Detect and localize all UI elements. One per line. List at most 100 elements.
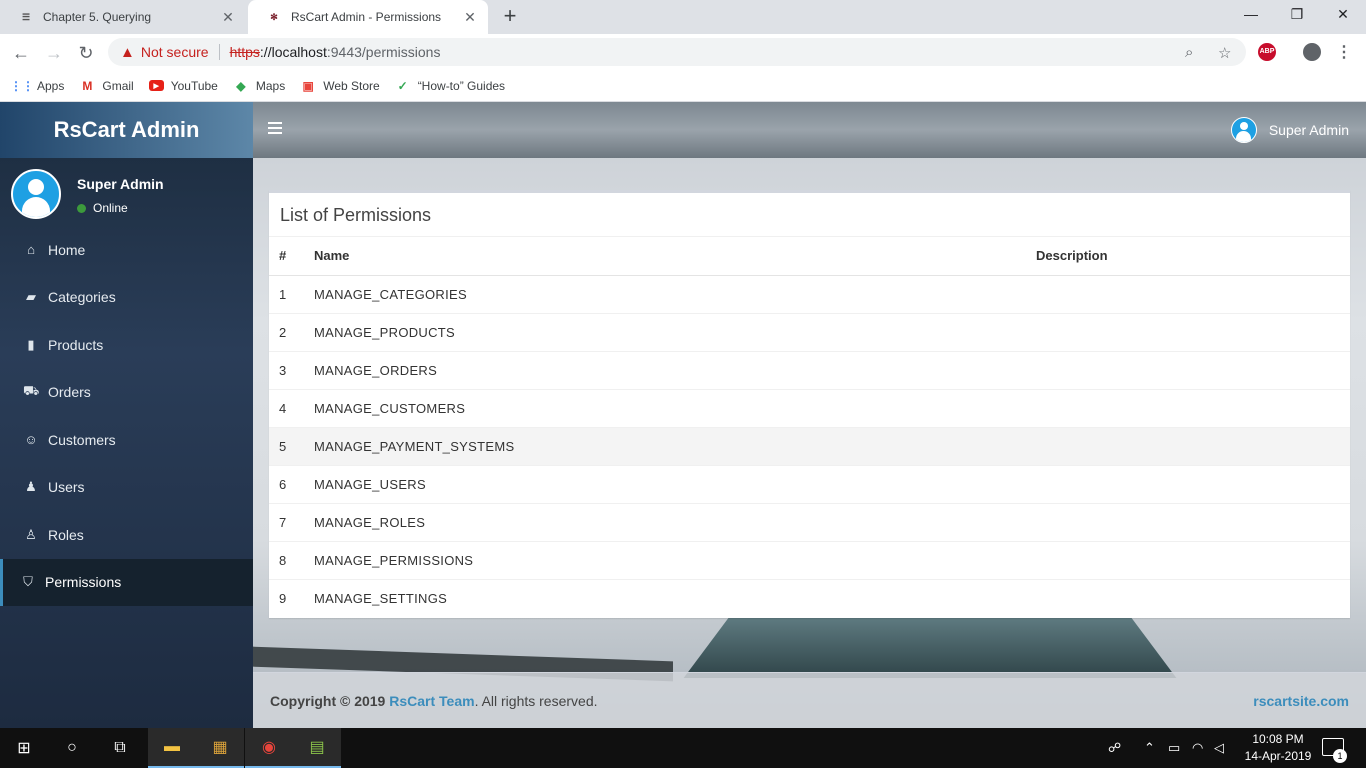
site-link[interactable]: rscartsite.com bbox=[1253, 693, 1349, 709]
menu-icon[interactable]: ⋮ bbox=[1336, 42, 1352, 62]
table-row[interactable]: 1 MANAGE_CATEGORIES bbox=[269, 274, 1350, 313]
security-status[interactable]: Not secure bbox=[141, 44, 209, 60]
cell-description bbox=[1026, 540, 1350, 579]
forward-button[interactable]: → bbox=[42, 41, 66, 65]
sidebar-item-categories[interactable]: ▰ Categories bbox=[0, 274, 253, 322]
cell-name: MANAGE_CUSTOMERS bbox=[304, 388, 1026, 427]
task-view-icon[interactable]: ⧉ bbox=[96, 728, 144, 768]
cell-number: 5 bbox=[269, 426, 304, 465]
rscart-icon: ✻ bbox=[270, 11, 278, 22]
sidebar-item-products[interactable]: ▮ Products bbox=[0, 321, 253, 369]
bookmark-label: Maps bbox=[255, 78, 286, 93]
sidebar-item-roles[interactable]: ♙ Roles bbox=[0, 511, 253, 559]
brand-logo[interactable]: RsCart Admin bbox=[0, 102, 253, 158]
file-explorer-icon[interactable]: ▬ bbox=[148, 728, 196, 768]
status-label: Online bbox=[93, 201, 128, 215]
minimize-button[interactable]: — bbox=[1228, 0, 1274, 30]
hamburger-menu-icon[interactable] bbox=[268, 122, 282, 134]
top-navbar: Super Admin bbox=[253, 102, 1366, 158]
tab-rscart-permissions[interactable]: ✻ RsCart Admin - Permissions ✕ bbox=[248, 0, 488, 34]
user-status: Online bbox=[77, 201, 128, 215]
new-tab-button[interactable]: + bbox=[498, 5, 522, 29]
column-header-number: # bbox=[269, 237, 304, 276]
url-host: ://localhost bbox=[259, 44, 327, 60]
table-row[interactable]: 4 MANAGE_CUSTOMERS bbox=[269, 388, 1350, 427]
warning-icon: ▲ bbox=[120, 43, 135, 61]
bookmark-youtube[interactable]: ▶ YouTube bbox=[148, 78, 218, 93]
taskbar: ⊞ ○ ⧉ ▬ ▦ ◉ ▤ ☍ ⌃ ▭ ◠ ◁ 10:08 PM 14-Apr-… bbox=[0, 728, 1366, 768]
adblock-plus-icon[interactable]: ABP bbox=[1258, 43, 1276, 61]
tab-chapter-5-querying[interactable]: ☰ Chapter 5. Querying ✕ bbox=[0, 0, 246, 34]
zoom-icon[interactable]: ⌕ bbox=[1185, 44, 1193, 61]
address-bar[interactable]: ▲ Not secure https://localhost:9443/perm… bbox=[108, 38, 1246, 66]
chevron-up-icon[interactable]: ⌃ bbox=[1144, 740, 1155, 756]
sidebar-item-permissions[interactable]: ⛉ Permissions bbox=[0, 558, 253, 606]
youtube-icon: ▶ bbox=[148, 80, 164, 91]
cell-number: 3 bbox=[269, 350, 304, 389]
table-row[interactable]: 2 MANAGE_PRODUCTS bbox=[269, 312, 1350, 351]
maximize-button[interactable]: ❐ bbox=[1274, 0, 1320, 30]
copyright: Copyright © 2019 RsCart Team. All rights… bbox=[270, 693, 598, 709]
sidebar-item-label: Permissions bbox=[45, 574, 122, 591]
cell-number: 8 bbox=[269, 540, 304, 579]
bookmark-how-to-guides[interactable]: ✓ “How-to” Guides bbox=[395, 78, 505, 94]
cell-name: MANAGE_ORDERS bbox=[304, 350, 1026, 389]
column-header-description: Description bbox=[1026, 237, 1350, 276]
table-row[interactable]: 9 MANAGE_SETTINGS bbox=[269, 578, 1350, 617]
url-scheme: https bbox=[229, 44, 260, 60]
profile-icon[interactable] bbox=[1303, 43, 1321, 61]
permissions-table: # Name Description 1 MANAGE_CATEGORIES 2M… bbox=[269, 237, 1350, 617]
search-icon[interactable]: ○ bbox=[48, 728, 96, 768]
bookmark-maps[interactable]: ◆ Maps bbox=[233, 78, 285, 94]
column-header-name: Name bbox=[304, 237, 1026, 276]
sidebar-item-orders[interactable]: ⛟ Orders bbox=[0, 369, 253, 417]
windows-start-icon[interactable]: ⊞ bbox=[0, 728, 48, 768]
user-panel: Super Admin Online bbox=[0, 158, 253, 226]
divider bbox=[218, 44, 220, 60]
cell-number: 7 bbox=[269, 502, 304, 541]
sidebar-item-label: Roles bbox=[48, 526, 84, 543]
user-menu-label: Super Admin bbox=[1268, 122, 1349, 138]
sidebar-item-users[interactable]: ♟ Users bbox=[0, 464, 253, 512]
jboss-icon: ☰ bbox=[21, 11, 31, 22]
sidebar-item-label: Orders bbox=[48, 384, 91, 401]
star-icon[interactable]: ☆ bbox=[1218, 44, 1231, 62]
bookmark-gmail[interactable]: M Gmail bbox=[79, 78, 133, 94]
bookmark-apps[interactable]: ⋮⋮ Apps bbox=[10, 78, 64, 94]
cell-description bbox=[1026, 274, 1350, 313]
notepad-icon[interactable]: ▤ bbox=[293, 728, 341, 768]
table-row[interactable]: 6 MANAGE_USERS bbox=[269, 464, 1350, 503]
eclipse-ide-icon[interactable]: ▦ bbox=[196, 728, 244, 768]
cell-description bbox=[1026, 578, 1350, 617]
team-link[interactable]: RsCart Team bbox=[389, 693, 474, 709]
sidebar-menu: ⌂ Home ▰ Categories ▮ Products ⛟ Orders ☺ Cus… bbox=[0, 226, 253, 606]
chrome-icon[interactable]: ◉ bbox=[245, 728, 293, 768]
clock-time: 10:08 PM bbox=[1252, 732, 1304, 746]
wifi-icon[interactable]: ◠ bbox=[1192, 740, 1203, 756]
close-icon[interactable]: ✕ bbox=[220, 9, 236, 26]
clock[interactable]: 10:08 PM 14-Apr-2019 bbox=[1238, 731, 1318, 765]
table-header-row: # Name Description bbox=[269, 237, 1350, 276]
sidebar-item-customers[interactable]: ☺ Customers bbox=[0, 416, 253, 464]
table-row[interactable]: 8 MANAGE_PERMISSIONS bbox=[269, 540, 1350, 579]
close-window-button[interactable]: ✕ bbox=[1320, 0, 1366, 30]
page-title: List of Permissions bbox=[269, 193, 1350, 237]
bookmark-label: YouTube bbox=[170, 78, 218, 93]
volume-icon[interactable]: ◁ bbox=[1214, 740, 1224, 756]
bookmark-web-store[interactable]: ▣ Web Store bbox=[300, 78, 380, 94]
user-menu[interactable]: Super Admin bbox=[1230, 117, 1349, 143]
people-icon[interactable]: ☍ bbox=[1108, 740, 1121, 756]
battery-icon[interactable]: ▭ bbox=[1168, 740, 1180, 756]
close-icon[interactable]: ✕ bbox=[462, 9, 478, 26]
table-row[interactable]: 7 MANAGE_ROLES bbox=[269, 502, 1350, 541]
back-button[interactable]: ← bbox=[9, 41, 33, 65]
cell-name: MANAGE_PERMISSIONS bbox=[304, 540, 1026, 579]
sidebar-item-label: Products bbox=[48, 336, 104, 353]
sidebar-item-home[interactable]: ⌂ Home bbox=[0, 226, 253, 274]
table-row[interactable]: 5 MANAGE_PAYMENT_SYSTEMS bbox=[269, 426, 1350, 465]
table-row[interactable]: 3 MANAGE_ORDERS bbox=[269, 350, 1350, 389]
cell-description bbox=[1026, 312, 1350, 351]
cell-number: 2 bbox=[269, 312, 304, 351]
reload-button[interactable]: ↻ bbox=[74, 41, 98, 65]
clock-date: 14-Apr-2019 bbox=[1244, 749, 1312, 763]
